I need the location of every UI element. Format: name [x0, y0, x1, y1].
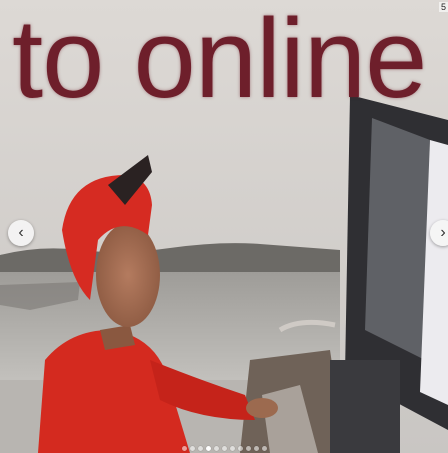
carousel-dot[interactable]	[221, 446, 227, 451]
carousel-prev-button[interactable]: ‹	[8, 220, 34, 246]
carousel-pagination	[0, 446, 448, 451]
chevron-right-icon: ›	[440, 224, 446, 241]
carousel-dot[interactable]	[189, 446, 195, 451]
carousel-dot[interactable]	[245, 446, 251, 451]
chevron-left-icon: ‹	[18, 224, 24, 241]
carousel-dot[interactable]	[213, 446, 219, 451]
carousel-dot[interactable]	[261, 446, 267, 451]
meme-caption: to online	[12, 0, 427, 121]
carousel-dot[interactable]	[181, 446, 187, 451]
carousel-dot[interactable]	[253, 446, 259, 451]
carousel-dot[interactable]	[197, 446, 203, 451]
corner-text: 5	[438, 2, 448, 12]
carousel-dot[interactable]	[205, 446, 211, 451]
carousel-dot[interactable]	[229, 446, 235, 451]
carousel-dot[interactable]	[237, 446, 243, 451]
